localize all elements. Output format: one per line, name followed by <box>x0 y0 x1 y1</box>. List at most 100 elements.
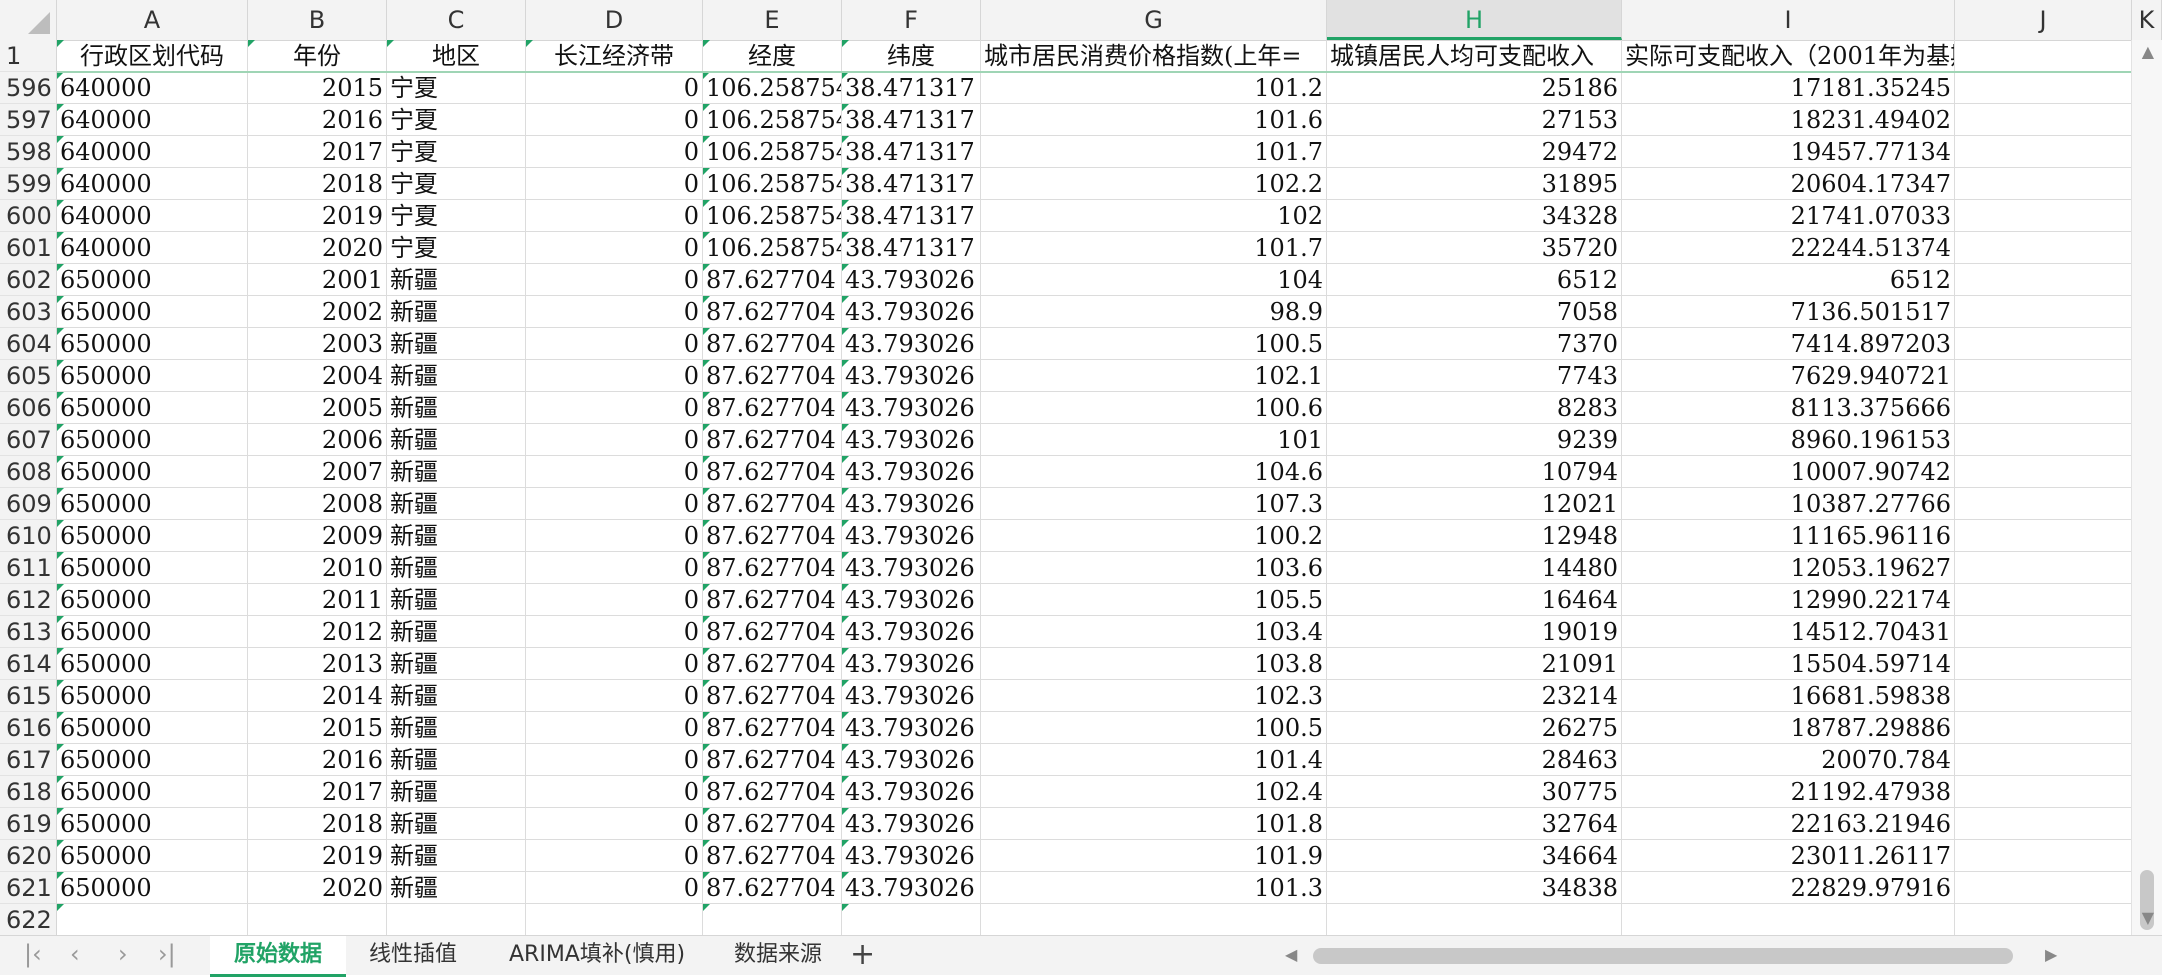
cell-i[interactable]: 7629.940721 <box>1622 360 1955 392</box>
cell-f[interactable]: 43.793026 <box>842 488 981 520</box>
cell-h[interactable]: 19019 <box>1327 616 1622 648</box>
cell-i[interactable]: 18787.29886 <box>1622 712 1955 744</box>
cell-i[interactable]: 8113.375666 <box>1622 392 1955 424</box>
cell-e[interactable]: 106.258754 <box>703 72 842 104</box>
row-header[interactable]: 610 <box>0 520 57 552</box>
cell-g[interactable]: 102.4 <box>981 776 1327 808</box>
cell-h[interactable]: 14480 <box>1327 552 1622 584</box>
cell-e[interactable]: 87.627704 <box>703 776 842 808</box>
cell-c[interactable]: 新疆 <box>387 680 526 712</box>
cell-e[interactable]: 87.627704 <box>703 616 842 648</box>
cell-i[interactable]: 20070.784 <box>1622 744 1955 776</box>
cell-d[interactable]: 0 <box>526 232 703 264</box>
cell-g[interactable]: 104.6 <box>981 456 1327 488</box>
cell-a[interactable]: 650000 <box>57 616 248 648</box>
cell-a[interactable]: 650000 <box>57 392 248 424</box>
cell-f[interactable]: 43.793026 <box>842 616 981 648</box>
cell-h[interactable]: 26275 <box>1327 712 1622 744</box>
cell-h[interactable]: 7058 <box>1327 296 1622 328</box>
cell-a[interactable]: 650000 <box>57 776 248 808</box>
cell-a[interactable]: 650000 <box>57 328 248 360</box>
cell-h[interactable] <box>1327 904 1622 936</box>
cell-g[interactable]: 101.4 <box>981 744 1327 776</box>
row-header[interactable]: 1 <box>0 40 57 72</box>
cell-b[interactable]: 2001 <box>248 264 387 296</box>
cell-h[interactable]: 32764 <box>1327 808 1622 840</box>
cell-h[interactable]: 9239 <box>1327 424 1622 456</box>
cell-b[interactable]: 2015 <box>248 712 387 744</box>
cell-c[interactable]: 新疆 <box>387 616 526 648</box>
cell-f[interactable]: 43.793026 <box>842 392 981 424</box>
cell-a[interactable]: 650000 <box>57 744 248 776</box>
cell-e[interactable]: 87.627704 <box>703 872 842 904</box>
cell-g[interactable]: 100.2 <box>981 520 1327 552</box>
cell-c[interactable]: 新疆 <box>387 712 526 744</box>
cell-e[interactable]: 87.627704 <box>703 744 842 776</box>
cell-g[interactable]: 102.1 <box>981 360 1327 392</box>
cell-a[interactable]: 640000 <box>57 72 248 104</box>
cell-d[interactable]: 0 <box>526 776 703 808</box>
cell-h[interactable]: 34328 <box>1327 200 1622 232</box>
cell-j[interactable] <box>1955 520 2132 552</box>
cell-j[interactable] <box>1955 168 2132 200</box>
cell-h[interactable]: 6512 <box>1327 264 1622 296</box>
row-header[interactable]: 621 <box>0 872 57 904</box>
cell-g[interactable]: 101 <box>981 424 1327 456</box>
row-header[interactable]: 620 <box>0 840 57 872</box>
cell-d[interactable]: 0 <box>526 392 703 424</box>
last-sheet-icon[interactable]: ›| <box>158 940 176 968</box>
cell-f[interactable]: 38.471317 <box>842 232 981 264</box>
cell-d[interactable]: 0 <box>526 712 703 744</box>
cell-f[interactable]: 43.793026 <box>842 520 981 552</box>
cell-d[interactable]: 0 <box>526 200 703 232</box>
row-header[interactable]: 606 <box>0 392 57 424</box>
cell-j[interactable] <box>1955 616 2132 648</box>
cell-b[interactable]: 2004 <box>248 360 387 392</box>
cell-d[interactable]: 0 <box>526 520 703 552</box>
cell-f[interactable]: 38.471317 <box>842 136 981 168</box>
cell-i[interactable]: 6512 <box>1622 264 1955 296</box>
cell-e[interactable]: 87.627704 <box>703 840 842 872</box>
cell-b[interactable]: 2007 <box>248 456 387 488</box>
cell-g[interactable]: 98.9 <box>981 296 1327 328</box>
row-header[interactable]: 601 <box>0 232 57 264</box>
cell-c[interactable]: 新疆 <box>387 648 526 680</box>
cell-h[interactable]: 28463 <box>1327 744 1622 776</box>
cell-j[interactable] <box>1955 424 2132 456</box>
cell-c[interactable]: 宁夏 <box>387 104 526 136</box>
column-header-f[interactable]: F <box>842 0 981 40</box>
cell-h[interactable]: 12021 <box>1327 488 1622 520</box>
vertical-scrollbar[interactable]: ▲ ▼ <box>2131 40 2162 935</box>
row-header[interactable]: 596 <box>0 72 57 104</box>
cell-d[interactable]: 0 <box>526 424 703 456</box>
cell-c[interactable]: 新疆 <box>387 744 526 776</box>
cell-d[interactable]: 0 <box>526 168 703 200</box>
cell-d[interactable]: 0 <box>526 680 703 712</box>
cell-b[interactable]: 2019 <box>248 200 387 232</box>
add-sheet-icon[interactable]: + <box>850 936 875 974</box>
row-header[interactable]: 607 <box>0 424 57 456</box>
cell-b[interactable]: 2019 <box>248 840 387 872</box>
header-cell-f[interactable]: 纬度 <box>842 40 981 72</box>
cell-i[interactable]: 8960.196153 <box>1622 424 1955 456</box>
cell-d[interactable]: 0 <box>526 136 703 168</box>
row-header[interactable]: 603 <box>0 296 57 328</box>
cell-j[interactable] <box>1955 872 2132 904</box>
row-header[interactable]: 616 <box>0 712 57 744</box>
cell-i[interactable]: 10387.27766 <box>1622 488 1955 520</box>
cell-a[interactable]: 640000 <box>57 200 248 232</box>
header-cell-j[interactable] <box>1955 40 2132 72</box>
cell-g[interactable]: 101.9 <box>981 840 1327 872</box>
cell-c[interactable]: 新疆 <box>387 456 526 488</box>
cell-e[interactable]: 106.258754 <box>703 200 842 232</box>
cell-c[interactable]: 新疆 <box>387 808 526 840</box>
cell-f[interactable]: 43.793026 <box>842 264 981 296</box>
cell-i[interactable]: 7414.897203 <box>1622 328 1955 360</box>
sheet-tab[interactable]: ARIMA填补(慎用) <box>485 936 709 974</box>
cell-f[interactable]: 43.793026 <box>842 776 981 808</box>
cell-i[interactable]: 22163.21946 <box>1622 808 1955 840</box>
cell-g[interactable]: 101.7 <box>981 136 1327 168</box>
cell-a[interactable]: 640000 <box>57 136 248 168</box>
cell-h[interactable]: 31895 <box>1327 168 1622 200</box>
cell-g[interactable]: 103.4 <box>981 616 1327 648</box>
